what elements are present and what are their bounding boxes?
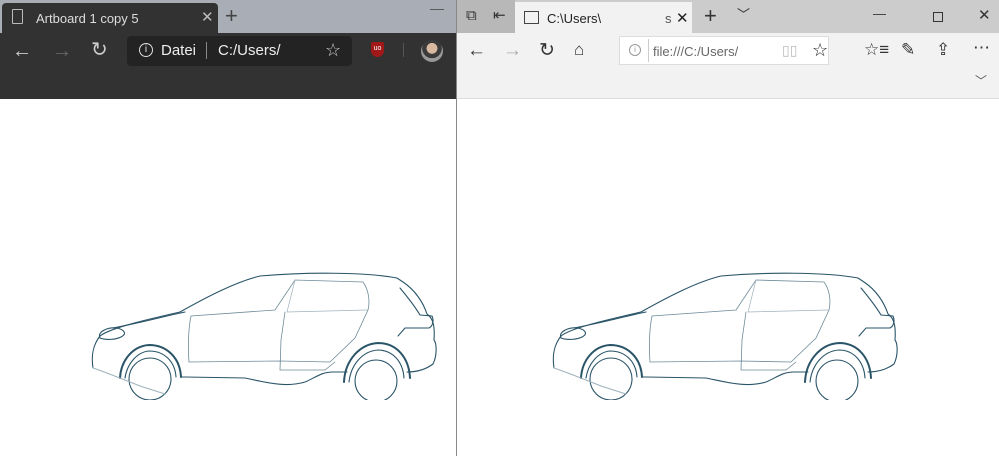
reading-view-icon[interactable]: ▯▯ <box>782 42 797 59</box>
tab-preview-icon[interactable]: ⧉ <box>466 8 477 23</box>
address-bar[interactable]: i Datei C:/Users/ ☆ <box>127 36 352 66</box>
share-icon[interactable]: ⇪ <box>936 41 950 58</box>
back-icon[interactable]: ← <box>12 41 32 61</box>
minimize-icon[interactable]: — <box>430 0 444 16</box>
divider <box>648 39 649 62</box>
pen-icon[interactable]: ✎ <box>901 41 915 58</box>
address-input[interactable]: file:///C:/Users/ <box>653 44 738 59</box>
page-icon <box>524 11 539 24</box>
ublock-icon[interactable]: uo <box>371 42 384 57</box>
favorite-icon[interactable]: ☆ <box>812 40 828 61</box>
minimize-icon[interactable]: — <box>873 7 886 20</box>
address-label: Datei <box>161 42 197 59</box>
home-icon[interactable]: ⌂ <box>574 41 584 58</box>
tab-title-truncated: s <box>665 11 672 26</box>
toolbar: ← → ↻ ⌂ i file:///C:/Users/ ▯▯ ☆ ☆≡ ✎ ⇪ … <box>457 33 999 99</box>
divider <box>403 43 404 57</box>
page-icon <box>12 9 23 24</box>
maximize-icon[interactable] <box>933 12 943 22</box>
car-illustration <box>91 272 438 400</box>
car-illustration <box>552 272 899 400</box>
toolbar: ← → ↻ i Datei C:/Users/ ☆ uo <box>0 33 456 99</box>
reload-icon[interactable]: ↻ <box>539 41 555 60</box>
favorite-add-icon[interactable]: ☆ <box>325 40 341 61</box>
tab-title: Artboard 1 copy 5 <box>36 11 139 26</box>
tab-strip: Artboard 1 copy 5 ✕ + — <box>0 0 456 33</box>
window-close-icon[interactable]: ✕ <box>978 8 991 23</box>
close-icon[interactable]: ✕ <box>676 9 689 27</box>
tab-artboard[interactable]: Artboard 1 copy 5 ✕ <box>2 3 218 33</box>
forward-icon[interactable]: → <box>503 41 522 60</box>
tab-list-chevron-icon[interactable]: ﹀ <box>737 8 750 21</box>
right-browser-window: ⧉ ⇤ C:\Users\ s ✕ + ﹀ — ✕ ← → ↻ ⌂ i file… <box>456 0 999 456</box>
favorites-list-icon[interactable]: ☆≡ <box>864 41 889 58</box>
reload-icon[interactable]: ↻ <box>91 40 108 60</box>
tab-title: C:\Users\ <box>547 11 602 26</box>
back-icon[interactable]: ← <box>467 41 486 60</box>
avatar[interactable] <box>421 40 443 62</box>
new-tab-icon[interactable]: + <box>704 5 717 27</box>
info-icon[interactable]: i <box>629 44 641 56</box>
divider <box>206 42 207 59</box>
left-browser-window: Artboard 1 copy 5 ✕ + — ← → ↻ i Datei C:… <box>0 0 456 456</box>
forward-icon[interactable]: → <box>52 41 72 61</box>
tab-users[interactable]: C:\Users\ s ✕ <box>515 2 692 33</box>
set-aside-icon[interactable]: ⇤ <box>493 8 506 23</box>
expand-chevron-icon[interactable]: ﹀ <box>975 75 987 87</box>
new-tab-icon[interactable]: + <box>225 3 238 29</box>
address-bar[interactable]: i file:///C:/Users/ ▯▯ ☆ <box>619 36 829 65</box>
close-icon[interactable]: ✕ <box>201 8 214 26</box>
tab-strip: ⧉ ⇤ C:\Users\ s ✕ + ﹀ — ✕ <box>457 0 999 33</box>
address-input[interactable]: C:/Users/ <box>218 42 281 59</box>
more-icon[interactable]: ⋯ <box>973 39 990 56</box>
info-icon[interactable]: i <box>139 43 153 57</box>
